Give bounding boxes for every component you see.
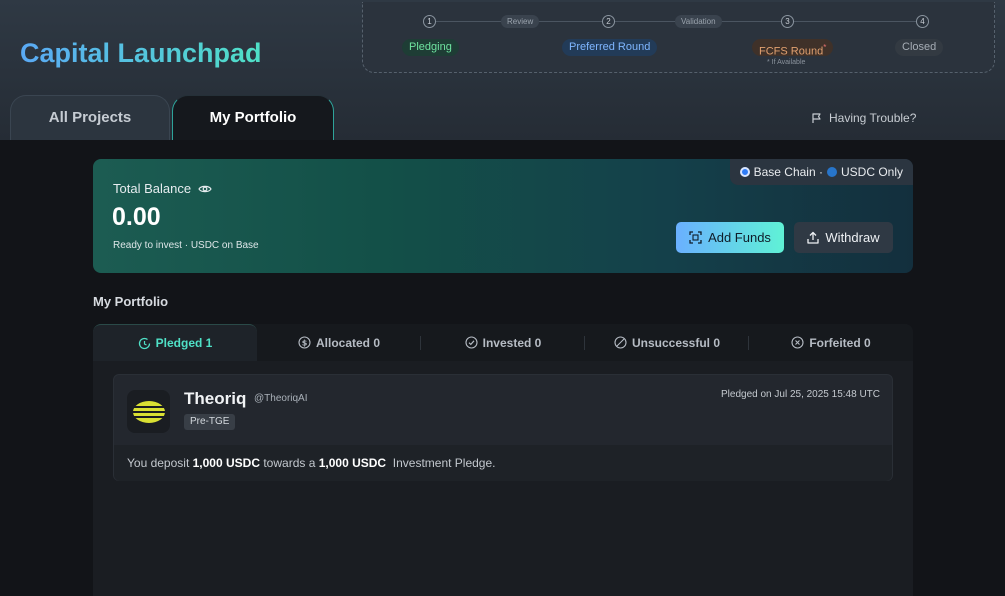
balance-subtitle: Ready to invest · USDC on Base xyxy=(113,240,259,251)
flag-icon xyxy=(811,112,823,124)
step-fcfs-asterisk: * xyxy=(823,43,827,52)
chain-label: Base Chain · xyxy=(753,165,823,179)
step-number-2: 2 xyxy=(602,15,615,28)
pledge-summary: You deposit 1,000 USDC towards a 1,000 U… xyxy=(114,445,892,481)
round-stepper: 1 2 3 4 Review Validation Pledging Prefe… xyxy=(362,2,995,73)
upload-icon xyxy=(807,231,820,244)
deposit-suffix: Investment Pledge. xyxy=(392,456,496,470)
pledge-date: Pledged on Jul 25, 2025 15:48 UTC xyxy=(721,389,880,400)
tab-unsuccessful[interactable]: Unsuccessful 0 xyxy=(585,324,749,361)
tab-allocated[interactable]: $ Allocated 0 xyxy=(257,324,421,361)
pledge-amount: 1,000 USDC xyxy=(318,456,387,470)
step-fcfs-label: FCFS Round xyxy=(759,45,824,58)
step-number-1: 1 xyxy=(423,15,436,28)
deposit-prefix: You deposit xyxy=(127,456,190,470)
portfolio-tabs: Pledged 1 $ Allocated 0 Invested 0 Unsuc… xyxy=(93,324,913,361)
tab-pledged[interactable]: Pledged 1 xyxy=(93,324,257,361)
portfolio-section-title: My Portfolio xyxy=(93,294,169,309)
tab-allocated-label: Allocated 0 xyxy=(315,335,381,350)
balance-label-row: Total Balance xyxy=(113,181,212,196)
project-handle: @TheoriqAI xyxy=(254,393,308,404)
x-circle-icon xyxy=(791,336,804,349)
currency-label: USDC Only xyxy=(840,165,903,179)
tab-invested-label: Invested 0 xyxy=(482,335,542,350)
connector-label-review: Review xyxy=(501,15,540,28)
step-pledging: Pledging xyxy=(402,39,459,56)
balance-label: Total Balance xyxy=(113,181,192,196)
tab-pledged-label: Pledged 1 xyxy=(155,336,213,350)
usdc-icon xyxy=(826,167,837,177)
add-funds-label: Add Funds xyxy=(708,230,771,245)
add-funds-button[interactable]: Add Funds xyxy=(676,222,784,253)
step-number-4: 4 xyxy=(916,15,929,28)
dollar-icon: $ xyxy=(298,336,311,349)
withdraw-button[interactable]: Withdraw xyxy=(794,222,893,253)
portfolio-panel: Pledged 1 $ Allocated 0 Invested 0 Unsuc… xyxy=(93,324,913,596)
deposit-mid: towards a xyxy=(263,456,316,470)
scan-icon xyxy=(689,231,702,244)
step-preferred-round: Preferred Round xyxy=(562,39,658,56)
svg-text:$: $ xyxy=(302,339,308,348)
deposit-amount: 1,000 USDC xyxy=(192,456,260,470)
base-chain-icon xyxy=(739,167,750,177)
tab-unsuccessful-label: Unsuccessful 0 xyxy=(631,335,721,350)
slash-circle-icon xyxy=(614,336,627,349)
balance-card: Base Chain · USDC Only Total Balance 0.0… xyxy=(93,159,913,273)
step-closed: Closed xyxy=(895,39,944,56)
step-number-3: 3 xyxy=(781,15,794,28)
project-status-badge: Pre-TGE xyxy=(184,414,236,430)
tab-all-projects[interactable]: All Projects xyxy=(10,95,170,140)
eye-icon[interactable] xyxy=(198,184,212,194)
step-connector xyxy=(794,21,919,22)
chain-badge: Base Chain · USDC Only xyxy=(729,159,913,185)
tab-forfeited[interactable]: Forfeited 0 xyxy=(749,324,913,361)
withdraw-label: Withdraw xyxy=(825,230,880,245)
having-trouble-label: Having Trouble? xyxy=(829,111,917,125)
project-card[interactable]: Theoriq @TheoriqAI Pre-TGE Pledged on Ju… xyxy=(113,374,893,481)
connector-label-validation: Validation xyxy=(675,15,722,28)
balance-value: 0.00 xyxy=(112,203,161,231)
having-trouble-link[interactable]: Having Trouble? xyxy=(811,111,916,125)
tab-my-portfolio[interactable]: My Portfolio xyxy=(172,95,334,140)
app-title: Capital Launchpad xyxy=(20,38,262,68)
tab-forfeited-label: Forfeited 0 xyxy=(809,335,871,350)
clock-icon xyxy=(138,337,151,350)
theoriq-logo xyxy=(127,390,170,433)
step-fcfs-round: FCFS Round* xyxy=(752,39,834,58)
tab-invested[interactable]: Invested 0 xyxy=(421,324,585,361)
step-fcfs-note: * If Available xyxy=(767,59,806,66)
check-circle-icon xyxy=(465,336,478,349)
project-name: Theoriq xyxy=(184,389,247,408)
